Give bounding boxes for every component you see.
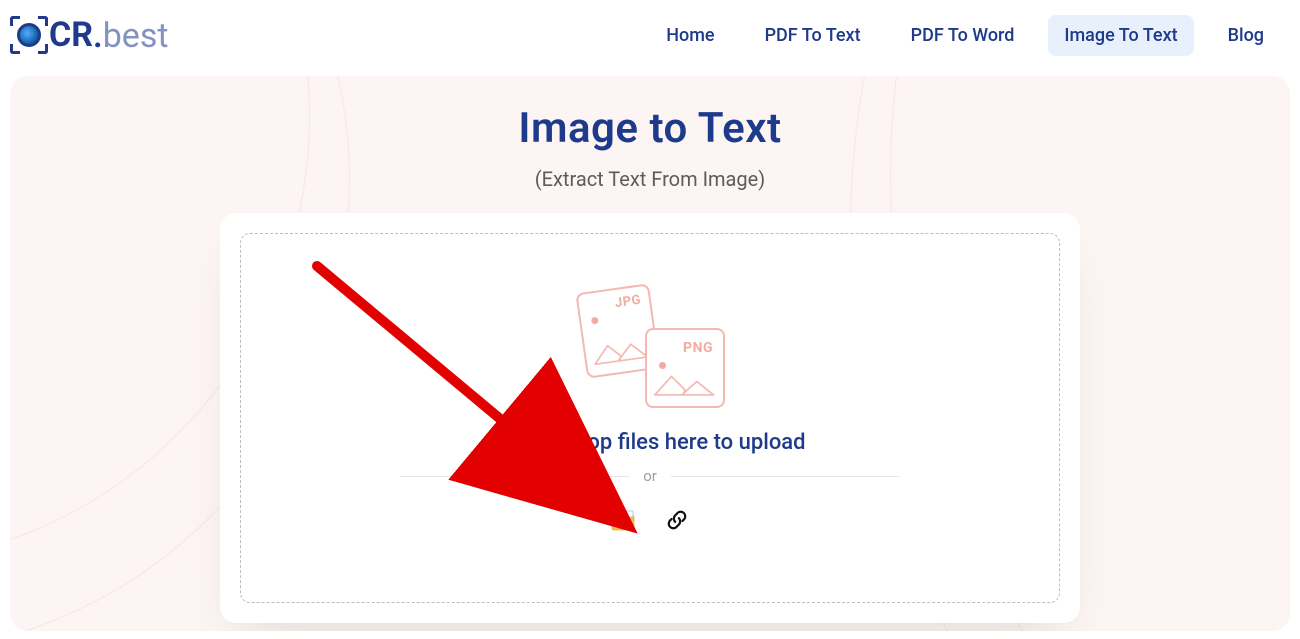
png-badge: PNG <box>683 340 713 356</box>
browse-files-button[interactable] <box>610 507 636 533</box>
nav-pdf-to-word[interactable]: PDF To Word <box>895 15 1031 56</box>
paste-url-button[interactable] <box>664 507 690 533</box>
or-divider: or <box>400 467 900 485</box>
or-text: or <box>643 467 657 485</box>
nav-blog[interactable]: Blog <box>1212 15 1280 56</box>
nav-pdf-to-text[interactable]: PDF To Text <box>749 15 877 56</box>
nav-image-to-text[interactable]: Image To Text <box>1048 15 1193 56</box>
upload-actions <box>610 507 690 533</box>
primary-nav: Home PDF To Text PDF To Word Image To Te… <box>650 15 1280 56</box>
jpg-badge: JPG <box>614 293 642 311</box>
logo-scan-icon <box>10 16 48 54</box>
page-title: Image to Text <box>10 104 1290 153</box>
brand-logo[interactable]: CR .best <box>10 16 169 54</box>
file-dropzone[interactable]: JPG PNG Drag & Drop files here to upload… <box>240 233 1060 603</box>
files-illustration-icon: JPG PNG <box>575 288 725 408</box>
upload-card: JPG PNG Drag & Drop files here to upload… <box>220 213 1080 623</box>
nav-home[interactable]: Home <box>650 15 730 56</box>
link-icon <box>666 509 688 531</box>
logo-best-text: best <box>103 19 169 53</box>
dropzone-instruction: Drag & Drop files here to upload <box>494 430 805 455</box>
page-subtitle: (Extract Text From Image) <box>10 167 1290 191</box>
logo-dot: . <box>93 19 103 53</box>
logo-ocr-text: CR <box>49 18 93 52</box>
header: CR .best Home PDF To Text PDF To Word Im… <box>0 0 1300 70</box>
folder-icon <box>611 509 635 531</box>
hero-section: Image to Text (Extract Text From Image) … <box>10 76 1290 631</box>
